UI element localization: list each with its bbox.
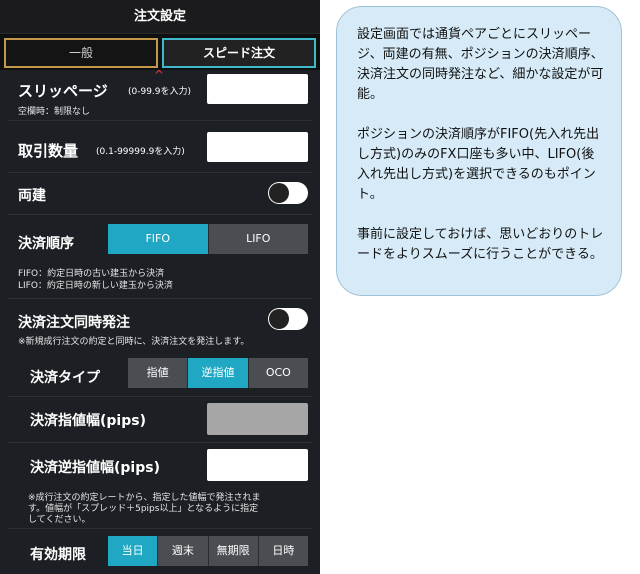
divider	[8, 396, 312, 397]
expiry-selector: 当日 週末 無期限 日時	[108, 536, 308, 566]
page-title: 注文設定	[0, 0, 320, 34]
stop-option[interactable]: 逆指値	[188, 358, 249, 388]
quantity-range: (0.1-99999.9を入力)	[96, 147, 185, 157]
toggle-knob	[269, 309, 289, 329]
expiry-indefinite-option[interactable]: 無期限	[208, 536, 259, 566]
settlement-type-selector: 指値 逆指値 OCO	[128, 358, 308, 388]
divider	[8, 528, 312, 529]
caret-up-icon: ^	[154, 68, 165, 82]
callout-paragraph-2: ポジションの決済順序がFIFO(先入れ先出し方式)のみのFX口座も多い中、LIF…	[357, 127, 600, 202]
lifo-option[interactable]: LIFO	[208, 224, 308, 254]
tab-general[interactable]: 一般	[4, 38, 158, 68]
settings-panel: スリッページ (0-99.9を入力) 空欄時：制限なし 取引数量 (0.1-99…	[0, 70, 320, 574]
fifo-option[interactable]: FIFO	[108, 224, 209, 254]
expiry-today-option[interactable]: 当日	[108, 536, 159, 566]
expiry-weekend-option[interactable]: 週末	[158, 536, 209, 566]
hedging-label: 両建	[18, 188, 46, 204]
settlement-order-selector: FIFO LIFO	[108, 224, 308, 254]
callout-box: 設定画面では通貨ペアごとにスリッページ、両建の有無、ポジションの決済順序、決済注…	[336, 6, 622, 296]
simultaneous-toggle[interactable]	[268, 308, 308, 330]
callout-paragraph-1: 設定画面では通貨ペアごとにスリッページ、両建の有無、ポジションの決済順序、決済注…	[357, 27, 604, 102]
limit-width-input[interactable]	[207, 403, 308, 435]
tab-bar: 一般 スピード注文	[4, 38, 316, 68]
simultaneous-label: 決済注文同時発注	[18, 315, 130, 331]
divider	[8, 214, 312, 215]
lifo-note: LIFO：約定日時の新しい建玉から決済	[18, 281, 173, 291]
divider	[8, 172, 312, 173]
hedging-toggle[interactable]	[268, 182, 308, 204]
stop-width-label: 決済逆指値幅(pips)	[30, 460, 160, 476]
divider	[8, 298, 312, 299]
width-note-line3: してください。	[28, 515, 91, 525]
stop-width-input[interactable]	[207, 449, 308, 481]
expiry-datetime-option[interactable]: 日時	[258, 536, 308, 566]
tab-speed-order[interactable]: スピード注文	[162, 38, 316, 68]
divider	[8, 120, 312, 121]
slippage-input[interactable]	[207, 74, 308, 104]
quantity-input[interactable]	[207, 132, 308, 162]
expiry-label: 有効期限	[30, 547, 86, 563]
slippage-note: 空欄時：制限なし	[18, 107, 91, 117]
settlement-order-label: 決済順序	[18, 236, 74, 252]
divider	[8, 442, 312, 443]
limit-option[interactable]: 指値	[128, 358, 189, 388]
oco-option[interactable]: OCO	[248, 358, 308, 388]
slippage-range: (0-99.9を入力)	[128, 87, 192, 97]
limit-width-label: 決済指値幅(pips)	[30, 413, 146, 429]
callout-paragraph-3: 事前に設定しておけば、思いどおりのトレードをよりスムーズに行うことができる。	[357, 227, 604, 262]
simultaneous-note: ※新規成行注文の約定と同時に、決済注文を発注します。	[18, 337, 250, 347]
quantity-label: 取引数量	[18, 142, 79, 160]
phone-screen: 注文設定 一般 スピード注文 スリッページ (0-99.9を入力) 空欄時：制限…	[0, 0, 320, 574]
slippage-label: スリッページ	[18, 82, 108, 100]
settlement-type-label: 決済タイプ	[30, 370, 100, 386]
toggle-knob	[269, 183, 289, 203]
